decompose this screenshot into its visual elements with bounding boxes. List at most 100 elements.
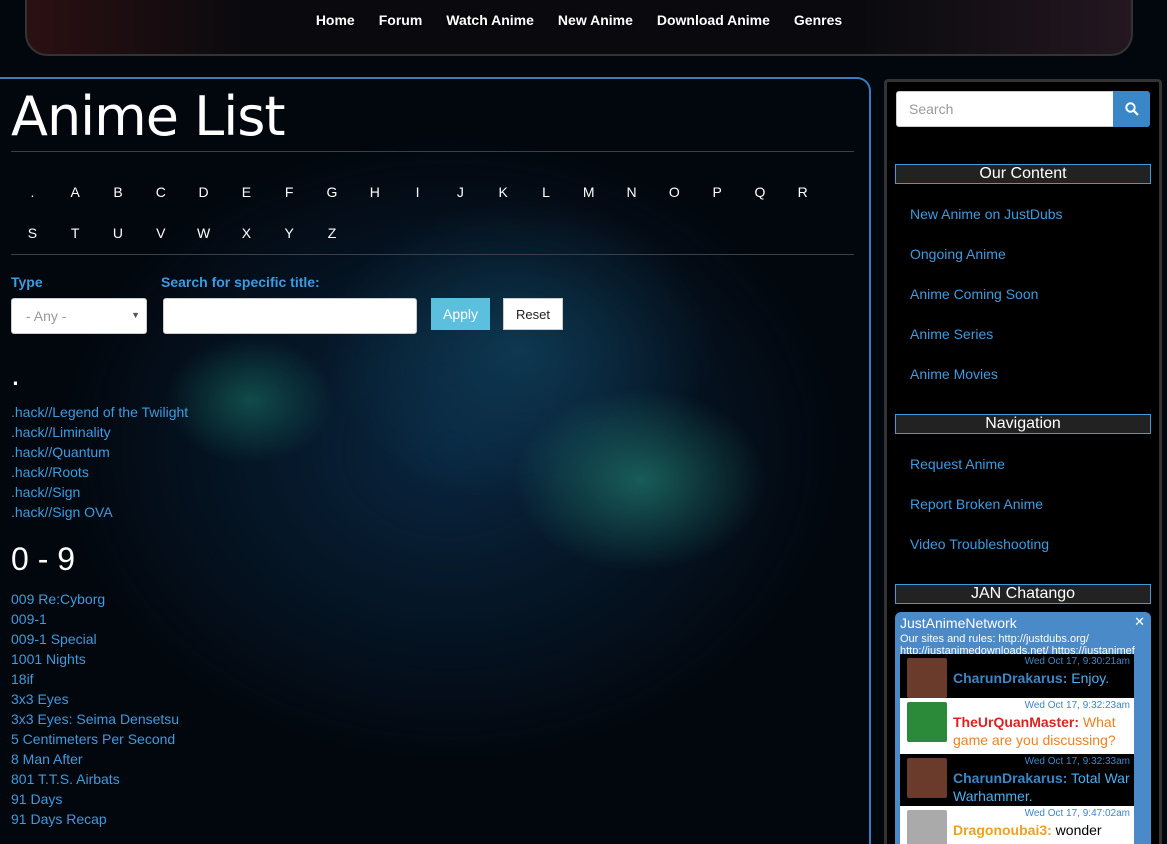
avatar[interactable] [907, 810, 947, 844]
alphabet-link[interactable]: D [182, 184, 225, 200]
list-item: 5 Centimeters Per Second [11, 729, 179, 749]
alphabet-link[interactable]: K [482, 184, 525, 200]
alphabet-link[interactable]: P [696, 184, 739, 200]
anime-title-link[interactable]: 18if [11, 671, 34, 687]
message-body: CharunDrakarus: Enjoy. [953, 669, 1131, 687]
anime-title-link[interactable]: 009-1 Special [11, 631, 97, 647]
section-heading-dot: . [11, 356, 20, 392]
alphabet-link[interactable]: B [97, 184, 140, 200]
nav-home[interactable]: Home [304, 12, 367, 28]
alphabet-link[interactable]: U [97, 225, 140, 241]
anime-title-link[interactable]: 91 Days Recap [11, 811, 107, 827]
list-item: 1001 Nights [11, 649, 179, 669]
link-request-anime[interactable]: Request Anime [910, 456, 1005, 472]
reset-button[interactable]: Reset [503, 298, 563, 330]
alphabet-link[interactable]: J [439, 184, 482, 200]
message-timestamp: Wed Oct 17, 9:47:02am [1024, 808, 1130, 819]
message-body: CharunDrakarus: Total War Warhammer. [953, 769, 1131, 805]
anime-title-link[interactable]: 009-1 [11, 611, 47, 627]
anime-title-link[interactable]: 5 Centimeters Per Second [11, 731, 175, 747]
search-input[interactable]: Search [896, 91, 1114, 127]
section-heading-0-9: 0 - 9 [11, 541, 76, 577]
anime-title-link[interactable]: .hack//Liminality [11, 424, 111, 440]
alphabet-link[interactable]: S [11, 225, 54, 241]
search-icon [1124, 102, 1139, 116]
list-item: 009-1 Special [11, 629, 179, 649]
anime-title-link[interactable]: .hack//Quantum [11, 444, 110, 460]
link-anime-series[interactable]: Anime Series [910, 326, 993, 342]
alphabet-link[interactable]: R [781, 184, 824, 200]
alphabet-link[interactable]: Z [311, 225, 354, 241]
alphabet-link[interactable]: G [311, 184, 354, 200]
title-search-input[interactable] [163, 298, 417, 334]
alphabet-link[interactable]: T [54, 225, 97, 241]
title-search-label: Search for specific title: [161, 274, 320, 290]
nav-download-anime[interactable]: Download Anime [645, 12, 782, 28]
message-text: wonder [1055, 822, 1102, 838]
nav-genres[interactable]: Genres [782, 12, 854, 28]
list-item: 91 Days Recap [11, 809, 179, 829]
list-item: 18if [11, 669, 179, 689]
type-select[interactable]: - Any - ▼ [11, 298, 147, 334]
anime-title-link[interactable]: .hack//Sign OVA [11, 504, 113, 520]
alphabet-link[interactable]: V [139, 225, 182, 241]
chat-scrollbar[interactable] [1134, 660, 1146, 844]
alphabet-link[interactable]: W [182, 225, 225, 241]
link-anime-coming-soon[interactable]: Anime Coming Soon [910, 286, 1038, 302]
sidebar-search: Search [896, 91, 1150, 127]
alphabet-link[interactable]: A [54, 184, 97, 200]
alphabet-link[interactable]: M [567, 184, 610, 200]
anime-title-link[interactable]: 1001 Nights [11, 651, 86, 667]
anime-title-link[interactable]: 3x3 Eyes [11, 691, 69, 707]
link-anime-movies[interactable]: Anime Movies [910, 366, 998, 382]
alphabet-link[interactable]: I [396, 184, 439, 200]
link-video-troubleshooting[interactable]: Video Troubleshooting [910, 536, 1049, 552]
message-user[interactable]: CharunDrakarus: [953, 770, 1067, 786]
link-ongoing-anime[interactable]: Ongoing Anime [910, 246, 1006, 262]
sidebar: Search Our Content New Anime on JustDubs… [884, 79, 1162, 844]
anime-title-link[interactable]: 009 Re:Cyborg [11, 591, 105, 607]
anime-title-link[interactable]: .hack//Roots [11, 464, 89, 480]
main-content: Anime List .ABCDEFGHIJKLMNOPQR STUVWXYZ … [0, 77, 871, 844]
anime-title-link[interactable]: .hack//Sign [11, 484, 80, 500]
alphabet-link[interactable]: H [353, 184, 396, 200]
close-icon[interactable]: ✕ [1134, 614, 1145, 630]
alphabet-link[interactable]: X [225, 225, 268, 241]
anime-title-link[interactable]: 3x3 Eyes: Seima Densetsu [11, 711, 179, 727]
avatar[interactable] [907, 758, 947, 798]
avatar[interactable] [907, 658, 947, 698]
nav-forum[interactable]: Forum [367, 12, 435, 28]
list-item: 009 Re:Cyborg [11, 589, 179, 609]
anime-title-link[interactable]: 8 Man After [11, 751, 83, 767]
apply-button[interactable]: Apply [431, 298, 490, 330]
alphabet-link[interactable]: E [225, 184, 268, 200]
list-item: 3x3 Eyes: Seima Densetsu [11, 709, 179, 729]
anime-list-dot: .hack//Legend of the Twilight .hack//Limi… [11, 402, 188, 522]
anime-title-link[interactable]: 801 T.T.S. Airbats [11, 771, 120, 787]
search-button[interactable] [1113, 91, 1150, 127]
alphabet-link[interactable]: N [610, 184, 653, 200]
chat-message: Wed Oct 17, 9:47:02am Dragonoubai3: wonde… [900, 806, 1134, 844]
site-header: Home Forum Watch Anime New Anime Downloa… [25, 0, 1133, 56]
alphabet-link[interactable]: . [11, 184, 54, 200]
alphabet-link[interactable]: O [653, 184, 696, 200]
message-user[interactable]: Dragonoubai3: [953, 822, 1052, 838]
anime-title-link[interactable]: 91 Days [11, 791, 62, 807]
message-user[interactable]: CharunDrakarus: [953, 670, 1067, 686]
nav-watch-anime[interactable]: Watch Anime [434, 12, 546, 28]
alphabet-link[interactable]: Q [739, 184, 782, 200]
anime-title-link[interactable]: .hack//Legend of the Twilight [11, 404, 188, 420]
alphabet-link[interactable]: L [525, 184, 568, 200]
message-timestamp: Wed Oct 17, 9:32:23am [1024, 700, 1130, 711]
avatar[interactable] [907, 702, 947, 742]
nav-new-anime[interactable]: New Anime [546, 12, 645, 28]
message-timestamp: Wed Oct 17, 9:30:21am [1024, 656, 1130, 667]
alphabet-link[interactable]: F [268, 184, 311, 200]
alphabet-link[interactable]: C [139, 184, 182, 200]
list-item: .hack//Sign OVA [11, 502, 188, 522]
list-item: 801 T.T.S. Airbats [11, 769, 179, 789]
alphabet-link[interactable]: Y [268, 225, 311, 241]
link-report-broken-anime[interactable]: Report Broken Anime [910, 496, 1043, 512]
message-user[interactable]: TheUrQuanMaster: [953, 714, 1079, 730]
link-new-anime-justdubs[interactable]: New Anime on JustDubs [910, 206, 1063, 222]
